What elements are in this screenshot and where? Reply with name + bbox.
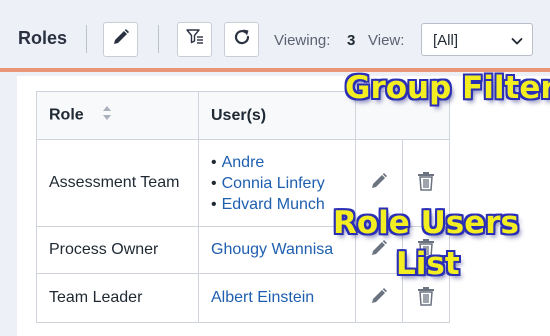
viewing-count: 3 — [347, 32, 356, 49]
group-filter-button[interactable] — [177, 22, 212, 57]
pencil-icon — [370, 287, 388, 309]
delete-role-button[interactable] — [402, 273, 450, 323]
user-link[interactable]: Andre — [222, 154, 265, 171]
role-name: Team Leader — [36, 273, 199, 323]
column-header-role-label: Role — [49, 106, 84, 124]
refresh-button[interactable] — [224, 22, 259, 57]
user-link[interactable]: Ghougy Wannisa — [211, 241, 333, 258]
edit-role-button[interactable] — [355, 139, 403, 227]
table-row: Assessment Team • Andre • Connia Linfery •… — [36, 139, 450, 227]
user-list-item: • Connia Linfery — [211, 174, 325, 192]
view-select[interactable]: [All] — [421, 23, 533, 56]
table-row: Team Leader Albert Einstein — [36, 273, 450, 323]
pencil-icon — [370, 172, 388, 194]
trash-icon — [417, 238, 435, 262]
viewing-label: Viewing: — [274, 32, 331, 49]
column-header-actions — [355, 91, 450, 140]
role-users-cell: Ghougy Wannisa — [198, 226, 356, 274]
view-select-value: [All] — [433, 32, 459, 49]
user-list-item: • Andre — [211, 153, 265, 171]
table-header-row: Role User(s) — [36, 91, 450, 140]
role-users-cell: Albert Einstein — [198, 273, 356, 323]
toolbar: Roles Viewing: 3 View: [All] — [0, 0, 550, 72]
table-row: Process Owner Ghougy Wannisa — [36, 226, 450, 274]
trash-icon — [417, 171, 435, 195]
column-header-role[interactable]: Role — [36, 91, 199, 140]
pencil-icon — [370, 239, 388, 261]
refresh-icon — [232, 27, 252, 52]
toolbar-divider — [158, 25, 159, 53]
chevron-down-icon — [511, 34, 523, 51]
view-label: View: — [368, 32, 405, 49]
role-name: Assessment Team — [36, 139, 199, 227]
role-users-cell: • Andre • Connia Linfery • Edvard Munch — [198, 139, 356, 227]
role-name: Process Owner — [36, 226, 199, 274]
sort-icon[interactable] — [102, 105, 112, 126]
toolbar-divider — [86, 25, 87, 53]
page-title: Roles — [18, 28, 68, 48]
trash-icon — [417, 286, 435, 310]
user-link[interactable]: Albert Einstein — [211, 289, 314, 306]
delete-role-button[interactable] — [402, 226, 450, 274]
filter-list-icon — [185, 27, 205, 52]
user-list: • Andre • Connia Linfery • Edvard Munch — [211, 152, 355, 215]
edit-role-button[interactable] — [355, 273, 403, 323]
user-link[interactable]: Edvard Munch — [222, 196, 325, 213]
roles-table: Role User(s) Assessment Team • Andre • Con — [36, 91, 450, 323]
delete-role-button[interactable] — [402, 139, 450, 227]
user-link[interactable]: Connia Linfery — [222, 175, 325, 192]
column-header-users: User(s) — [198, 91, 356, 140]
user-list-item: • Edvard Munch — [211, 195, 325, 213]
edit-roles-button[interactable] — [103, 22, 138, 57]
column-header-users-label: User(s) — [211, 106, 267, 124]
edit-role-button[interactable] — [355, 226, 403, 274]
pencil-icon — [112, 28, 130, 51]
